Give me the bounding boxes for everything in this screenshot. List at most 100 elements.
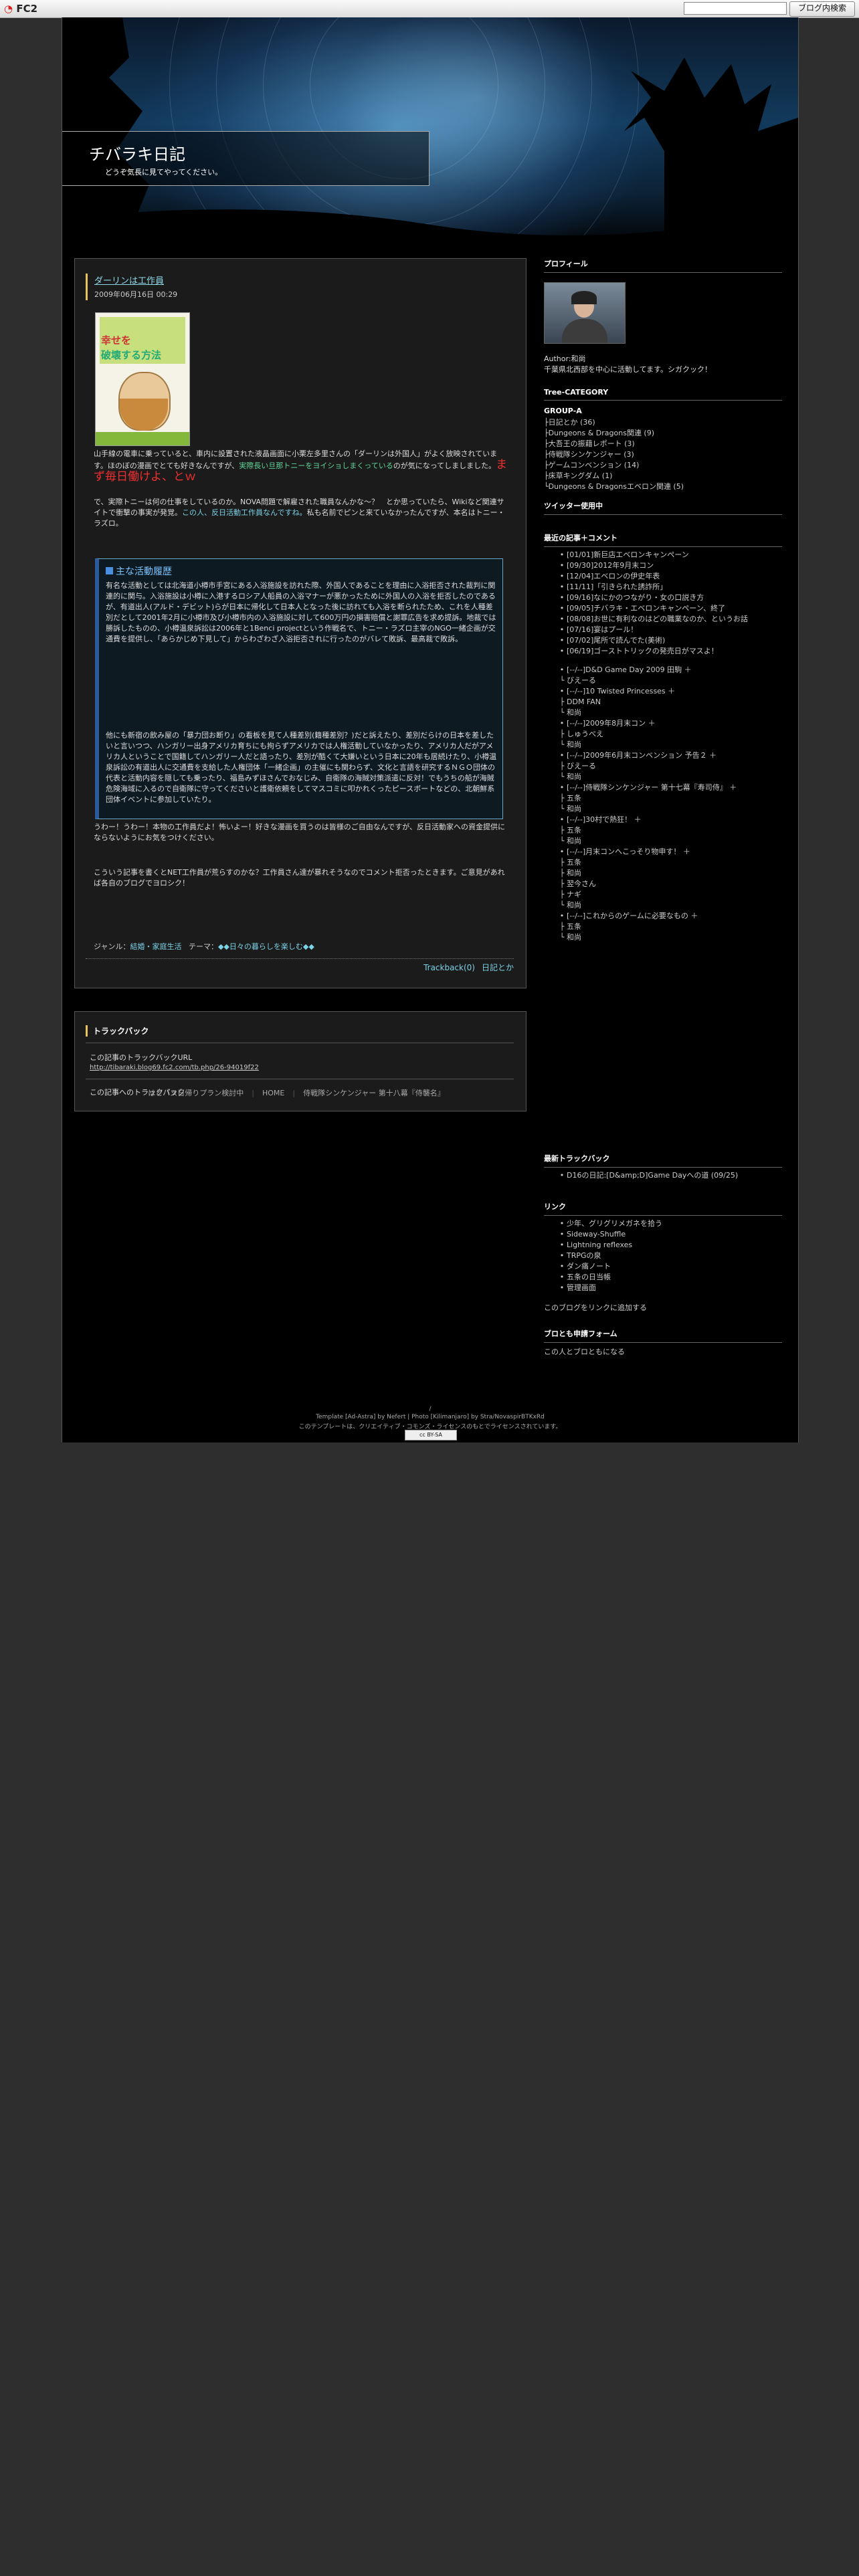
recent-item[interactable]: • [07/16]宴はプール！ [557, 625, 748, 635]
entry-paragraph-1: 山手線の電車に乗っていると、車内に設置された液晶画面に小栗左多里さんの「ダーリン… [94, 449, 508, 484]
recent-item[interactable]: • [09/30]2012年9月末コン [557, 560, 748, 571]
entry-date: 2009年06月16日 00:29 [94, 290, 178, 299]
links-list: • 少年、グリグリメガネを拾う • Sideway-Shuffle • Lightni… [557, 1218, 662, 1293]
fc2-logo[interactable]: ◔ FC2 [4, 3, 37, 15]
trackback-title: トラックバック [86, 1025, 514, 1037]
comment-author[interactable]: └ 和尚 [557, 804, 737, 815]
trackback-url-label: この記事のトラックバックURL [90, 1053, 193, 1062]
link-item[interactable]: • 少年、グリグリメガネを拾う [557, 1218, 662, 1229]
comment-entry[interactable]: • [--/--]侍戦隊シンケンジャー 第十七幕『寿司侍』 ＋ [557, 782, 737, 793]
author-description: 千葉県北西部を中心に活動してます。シガクック！ [544, 365, 712, 374]
fc2-toolbar: ◔ FC2 ブログ内検索 [0, 0, 859, 18]
entry-paragraph-4: こういう記事を書くとNET工作員が荒らすのかな？工作員さん達が暴れそうなのでコメ… [94, 868, 505, 887]
book-title-line1: 幸せを [101, 334, 132, 346]
header-banner: チバラキ日記 どうぞ気長に見てやってください。 [62, 17, 798, 251]
avatar [544, 282, 626, 344]
comment-entry[interactable]: • [--/--]30村で熱狂！ ＋ [557, 815, 737, 825]
link-item[interactable]: • 五条の日当帳 [557, 1272, 662, 1283]
comment-author[interactable]: ├ 翌今さん [557, 879, 737, 889]
comment-entry[interactable]: • [--/--]10 Twisted Princesses ＋ [557, 686, 737, 697]
trackback-item[interactable]: • D16の日記:[D&amp;D]Game Dayへの道 (09/25) [557, 1170, 738, 1181]
category-heading: Tree-CATEGORY [544, 388, 782, 401]
comment-author[interactable]: ├ 五条 [557, 922, 737, 932]
recent-list: • [01/01]新巨店エベロンキャンペーン • [09/30]2012年9月末コン… [557, 550, 748, 657]
link-item[interactable]: • TRPGの泉 [557, 1251, 662, 1261]
blog-search-button[interactable]: ブログ内検索 [789, 1, 855, 17]
entry-footer: Trackback(0) 日記とか [86, 958, 514, 973]
recent-heading: 最近の記事＋コメント [544, 532, 782, 547]
comment-author[interactable]: └ 和尚 [557, 740, 737, 750]
category-item[interactable]: ├床草キングダム (1) [544, 471, 684, 481]
fc2-logo-text: FC2 [16, 3, 38, 15]
recent-item[interactable]: • [11/11]「引きられた誘詐所」 [557, 582, 748, 593]
next-entry-link[interactable]: 侍戦隊シンケンジャー 第十八幕『侍襲名』 [295, 1089, 453, 1097]
blog-search-input[interactable] [684, 2, 787, 15]
category-item[interactable]: ├Dungeons & Dragons関連 (9) [544, 428, 684, 439]
category-link[interactable]: 日記とか [482, 963, 514, 972]
comment-author[interactable]: ├ DDM FAN [557, 697, 737, 708]
square-bullet-icon [106, 567, 113, 574]
comment-entry[interactable]: • [--/--]2009年6月末コンベンション 予告２ ＋ [557, 750, 737, 761]
genre-link[interactable]: 結婚・家庭生活 [130, 942, 181, 951]
comment-author[interactable]: └ 和尚 [557, 932, 737, 943]
prev-entry-link[interactable]: はとバス日帰りプラン検討中 [140, 1089, 252, 1097]
trackback-url[interactable]: http://tibaraki.blog69.fc2.com/tb.php/26… [90, 1064, 518, 1071]
twitter-heading: ツイッター使用中 [544, 500, 782, 515]
cc-badge[interactable]: cc BY-SA [405, 1430, 457, 1440]
comment-author[interactable]: ├ 五条 [557, 825, 737, 836]
recent-item[interactable]: • [06/19]ゴーストトリックの発売日がマスよ！ [557, 646, 748, 657]
fc2-logo-mark-icon: ◔ [4, 3, 13, 15]
category-item[interactable]: ├日記とか (36) [544, 417, 684, 428]
comment-author[interactable]: ├ ナギ [557, 889, 737, 900]
entry-paragraph-2: で、実際トニーは何の仕事をしているのか。NOVA問題で解雇された職員なんかな～？… [94, 498, 505, 528]
comment-entry[interactable]: • [--/--]D&D Game Day 2009 田駒 ＋ [557, 665, 737, 675]
blog-description: どうぞ気長に見てやってください。 [105, 168, 223, 177]
link-item[interactable]: • ダン痛ノート [557, 1261, 662, 1272]
quote-paragraph-2: 他にも新宿の飲み屋の「暴力団お断り」の看板を見て人種差別(籍種差別？)だと訴えた… [106, 731, 497, 804]
friend-heading: ブロとも申請フォーム [544, 1328, 782, 1343]
trackback-list: • D16の日記:[D&amp;D]Game Dayへの道 (09/25) [557, 1170, 738, 1181]
home-link[interactable]: HOME [254, 1089, 292, 1097]
comment-author[interactable]: ├ 和尚 [557, 868, 737, 879]
book-cover-image[interactable]: 幸せを 破壊する方法 [95, 312, 190, 446]
entry-header: ダーリンは工作員 2009年06月16日 00:29 [86, 274, 514, 300]
link-item[interactable]: • Sideway-Shuffle [557, 1229, 662, 1240]
quote-box: 主な活動履歴 有名な活動としては北海道小樽市手宮にある入浴施設を訪れた際、外国人… [95, 558, 503, 819]
comment-entry[interactable]: • [--/--]2009年8月末コン ＋ [557, 718, 737, 729]
category-item[interactable]: ├侍戦隊シンケンジャー (3) [544, 449, 684, 460]
comment-author[interactable]: └ 和尚 [557, 836, 737, 847]
comment-author[interactable]: └ 和尚 [557, 900, 737, 911]
comment-entry[interactable]: • [--/--]月末コンへこっそり物申す！ ＋ [557, 847, 737, 857]
category-item[interactable]: ├ゲームコンベンション (14) [544, 460, 684, 471]
comment-author[interactable]: └ 和尚 [557, 708, 737, 718]
page-container: チバラキ日記 どうぞ気長に見てやってください。 ダーリンは工作員 2009年06… [62, 17, 799, 1442]
comment-entry[interactable]: • [--/--]これからのゲームに必要なもの ＋ [557, 911, 737, 922]
recent-item[interactable]: • [09/05]チバラキ・エベロンキャンペーン、終了 [557, 603, 748, 614]
link-item[interactable]: • Lightning reflexes [557, 1240, 662, 1251]
friend-link[interactable]: この人とブロともになる [544, 1347, 625, 1358]
wiki-link[interactable]: この人、反日活動工作員なんですね。 [182, 508, 306, 517]
comment-author[interactable]: ├ びえーる [557, 761, 737, 772]
category-group: GROUP-A [544, 407, 582, 415]
recent-item[interactable]: • [12/04]エベロンの伊史年表 [557, 571, 748, 582]
trackback-link[interactable]: Trackback(0) [423, 963, 475, 972]
recent-item[interactable]: • [07/02]尾所で読んでた(美術) [557, 635, 748, 646]
theme-link[interactable]: ◆◆日々の暮らしを楽しむ◆◆ [218, 942, 314, 951]
recent-item[interactable]: • [09/16]なにかのつながり・女の口説き方 [557, 593, 748, 603]
comment-author[interactable]: ├ 五条 [557, 857, 737, 868]
entry-title-link[interactable]: ダーリンは工作員 [94, 274, 514, 286]
comment-author[interactable]: └ びえーる [557, 675, 737, 686]
category-item[interactable]: └Dungeons & Dragonsエベロン関連 (5) [544, 481, 684, 492]
links-heading: リンク [544, 1201, 782, 1216]
recent-item[interactable]: • [01/01]新巨店エベロンキャンペーン [557, 550, 748, 560]
comment-author[interactable]: ├ しゅうべえ [557, 729, 737, 740]
comment-author[interactable]: └ 和尚 [557, 772, 737, 782]
link-item[interactable]: • 管理画面 [557, 1283, 662, 1293]
recent-item[interactable]: • [08/08]お世に有利なのはどの職業なのか、というお話 [557, 614, 748, 625]
add-link[interactable]: このブログをリンクに追加する [544, 1303, 647, 1313]
profile-heading: プロフィール [544, 258, 782, 273]
category-item[interactable]: ├大吾王の振藉レポート (3) [544, 439, 684, 449]
comment-author[interactable]: ├ 五条 [557, 793, 737, 804]
blog-title[interactable]: チバラキ日記 [89, 141, 185, 165]
pager: はとバス日帰りプラン検討中 | HOME | 侍戦隊シンケンジャー 第十八幕『侍襲名』 [62, 1087, 531, 1101]
